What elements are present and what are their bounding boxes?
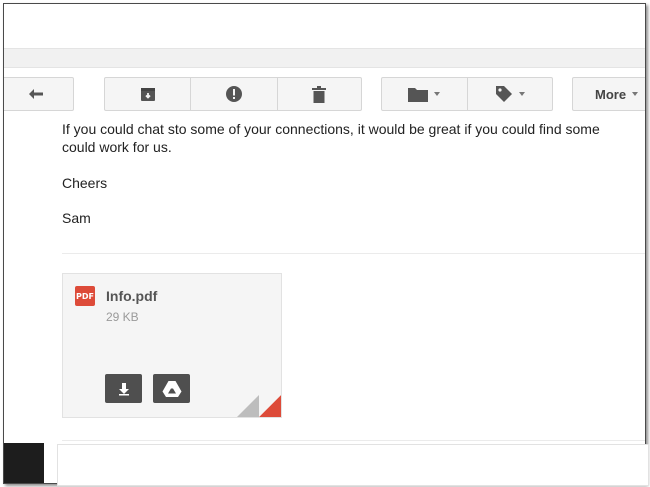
report-spam-button[interactable] (190, 78, 276, 110)
avatar (4, 443, 44, 483)
move-labels-group (381, 77, 553, 111)
reply-button[interactable] (4, 77, 74, 111)
attachment-size: 29 KB (106, 310, 139, 324)
tag-icon (495, 86, 512, 102)
more-button[interactable]: More (572, 77, 645, 111)
chevron-down-icon (434, 92, 441, 96)
email-window: More If you could chat sto some of your … (3, 3, 646, 484)
attachment-divider (62, 253, 645, 254)
attachment-filename: Info.pdf (106, 288, 158, 304)
next-message-box[interactable] (57, 444, 649, 486)
archive-box-icon (140, 88, 155, 101)
folder-icon (408, 88, 429, 102)
thread-divider (62, 440, 645, 441)
header-strip (4, 48, 645, 68)
chevron-down-icon (518, 92, 525, 96)
archive-button[interactable] (105, 78, 190, 110)
action-button-group (104, 77, 362, 111)
pdf-icon: PDF (75, 286, 95, 306)
download-icon (118, 382, 129, 395)
message-signoff: Cheers (62, 175, 108, 191)
download-attachment-button[interactable] (105, 374, 142, 403)
trash-icon (312, 85, 327, 103)
message-line-2: could work for us. (62, 139, 172, 155)
file-type-corner-icon (237, 395, 281, 417)
labels-button[interactable] (466, 78, 553, 110)
report-spam-icon (225, 86, 242, 102)
attachment-card[interactable]: PDF Info.pdf 29 KB (62, 273, 282, 418)
message-signature: Sam (62, 210, 91, 226)
google-drive-icon (162, 380, 181, 397)
move-to-button[interactable] (382, 78, 467, 110)
save-to-drive-button[interactable] (153, 374, 190, 403)
message-line-1: If you could chat sto some of your conne… (62, 121, 600, 137)
more-label: More (595, 86, 627, 102)
reply-arrow-icon (4, 78, 73, 110)
chevron-down-icon (632, 92, 639, 96)
delete-button[interactable] (276, 78, 361, 110)
